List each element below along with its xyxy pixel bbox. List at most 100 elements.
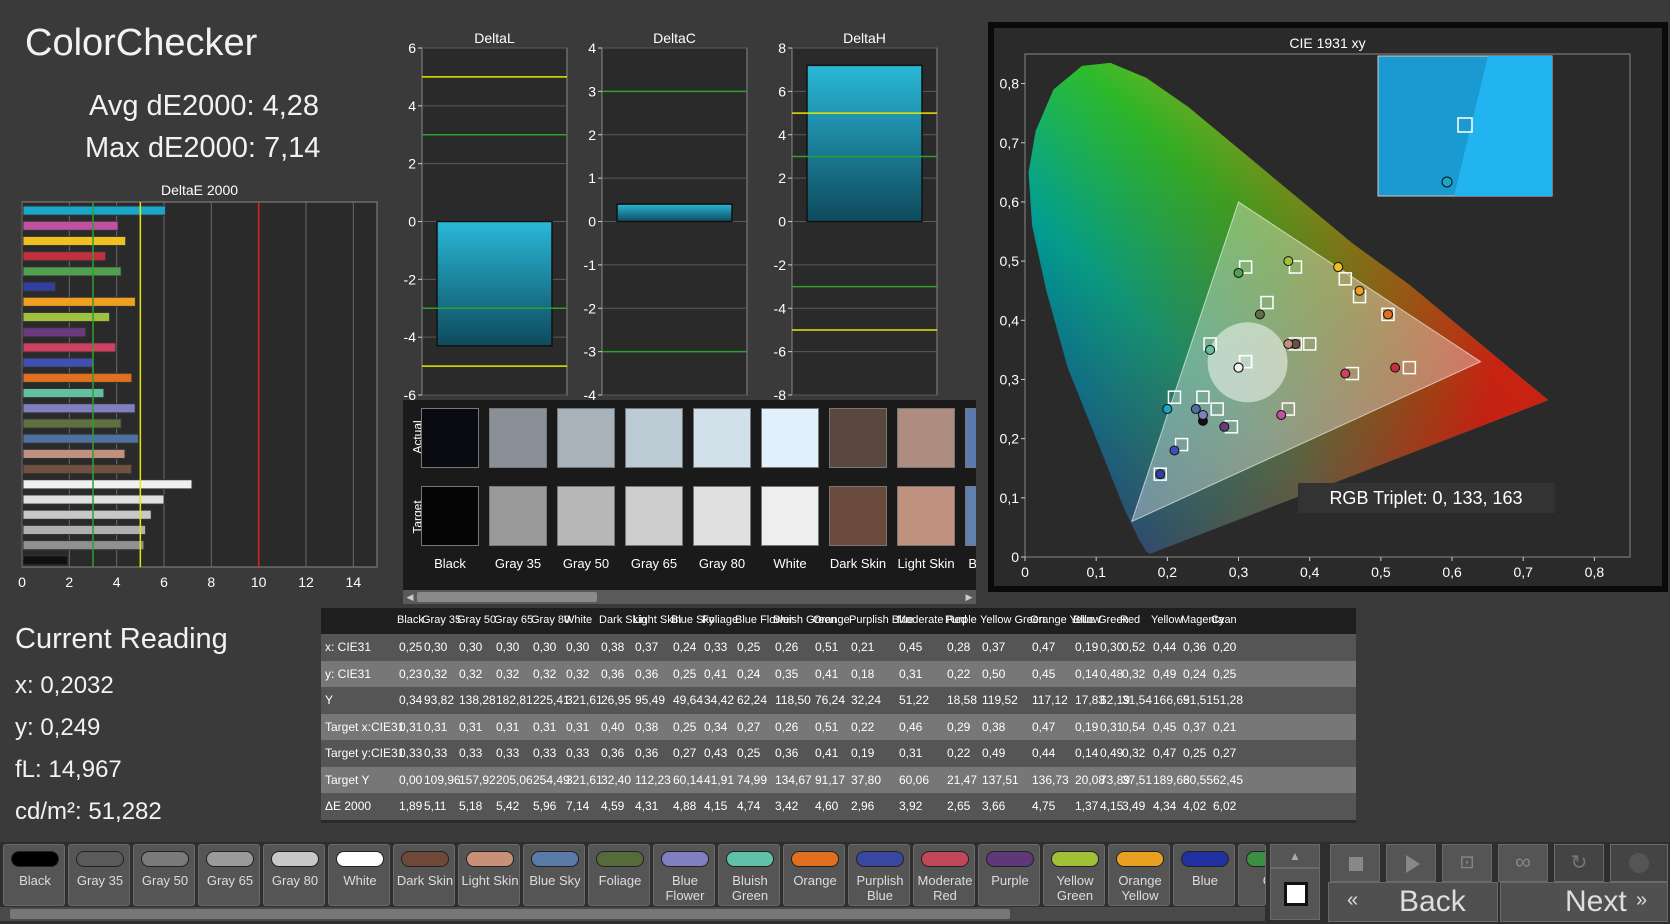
table-row: Y 0,34 93,82 138,28 182,81 225,41 321,61 26,95 9… [321,687,1356,714]
table-cell: 26,95 [601,693,632,707]
table-cell: 0,22 [947,666,971,681]
patch-button-label: Yellow Green [1056,873,1094,903]
table-cell: 0,33 [424,746,448,760]
patch-button[interactable]: Moderate Red [913,844,975,906]
patch-button-label: Purplish Blue [856,873,904,903]
toolbar-scrollbar-thumb[interactable] [10,909,1010,919]
play-button[interactable] [1386,844,1436,882]
patch-button[interactable]: Gray 80 [263,844,325,906]
reading-fl: fL: 14,967 [15,756,122,783]
table-cell: 0,32 [1122,666,1146,681]
x-tick-label: 2 [65,574,73,590]
scrollbar-thumb[interactable] [417,592,597,602]
patch-button[interactable]: Blue Flower [653,844,715,906]
deltae-bar [22,266,122,277]
table-cell: 0,37 [635,640,659,654]
stop-toggle-button[interactable] [1270,868,1320,920]
actual-point [1233,362,1244,373]
patch-button[interactable]: Blue [1173,844,1235,906]
patch-button[interactable]: Blue Sky [523,844,585,906]
deltae-bar [22,403,136,414]
deltae-bar [22,540,145,551]
table-cell: 0,24 [673,640,697,654]
table-header: Black Gray 35 Gray 50 Gray 65 Gray 80 White Da… [321,608,1356,635]
table-cell: 0,27 [1213,746,1237,760]
table-cell: 0,31 [399,719,423,734]
patch-button-label: Black [19,873,51,888]
table-cell: 0,19 [1075,640,1099,654]
fit-button[interactable]: ⊡ [1442,844,1492,882]
table-cell: 0,25 [673,719,697,734]
target-swatch [693,486,751,546]
chevron-up-icon: ▲ [1289,849,1301,863]
table-cell: 0,45 [1032,666,1056,681]
patch-button[interactable]: Gray 35 [68,844,130,906]
scroll-right-icon[interactable]: ▶ [962,590,976,604]
deltae-bar [22,357,94,368]
back-button[interactable]: « Back [1328,882,1498,922]
y-tick-label: -4 [404,329,417,345]
patch-button[interactable]: Bluish Green [718,844,780,906]
patch-button[interactable]: White [328,844,390,906]
table-cell: 109,96 [424,772,461,787]
swatch-scrollbar[interactable]: ◀ ▶ [403,590,976,604]
table-cell: 254,49 [533,772,570,787]
table-cell: 0,00 [399,772,423,787]
patch-button-label: Gray 35 [76,873,124,888]
swatch-label: Light Skin [897,556,955,571]
patch-button[interactable]: Yellow Green [1043,844,1105,906]
column-header: Foliage [702,614,739,626]
refresh-button[interactable]: ↻ [1554,844,1604,882]
target-swatch [489,486,547,546]
table-cell: 0,25 [399,640,423,654]
table-cell: 93,82 [424,693,455,707]
loop-button[interactable]: ∞ [1498,844,1548,882]
patch-button[interactable]: Black [3,844,65,906]
deltae-bar [22,555,69,566]
table-cell: 0,27 [737,719,761,734]
patch-button[interactable]: Orange Yellow [1108,844,1170,906]
table-cell: 0,29 [947,719,971,734]
table-cell: 4,88 [673,799,697,813]
patch-button[interactable]: Orange [783,844,845,906]
actual-swatch [421,408,479,468]
table-cell: 0,34 [704,719,728,734]
actual-point [1283,338,1294,349]
scroll-up-button[interactable]: ▲ [1270,844,1320,868]
table-cell: 4,59 [601,799,625,813]
column-header: Gray 50 [457,614,497,626]
patch-color-chip [1116,851,1164,867]
stop-button[interactable] [1330,844,1380,882]
patch-button[interactable]: Gray 65 [198,844,260,906]
target-swatch [557,486,615,546]
deltae-bar [22,418,122,429]
patch-button[interactable]: Gr [1238,844,1266,906]
patch-button[interactable]: Purplish Blue [848,844,910,906]
x-tick-label: 0,3 [1229,564,1249,580]
table-cell: 34,42 [704,693,735,707]
patch-button[interactable]: Gray 50 [133,844,195,906]
deltae-bar [22,311,111,323]
y-tick-label: 4 [588,40,596,56]
patch-button-label: Orange [793,873,837,888]
swatch-label: Gray 80 [698,556,746,571]
y-tick-label: 0,3 [1000,371,1020,387]
patch-button[interactable]: Light Skin [458,844,520,906]
toolbar-scrollbar[interactable] [0,907,1265,921]
table-cell: 0,21 [851,640,875,654]
record-button[interactable] [1610,844,1668,882]
x-tick-label: 0,6 [1442,564,1462,580]
x-tick-label: 6 [160,574,168,590]
table-cell: 0,34 [399,693,423,707]
patch-button[interactable]: Dark Skin [393,844,455,906]
actual-swatch [897,408,955,468]
patch-button[interactable]: Purple [978,844,1040,906]
square-icon [1284,882,1308,906]
table-cell: 60,55 [1183,772,1214,787]
patch-button[interactable]: Foliage [588,844,650,906]
next-button[interactable]: Next » [1500,882,1668,922]
scroll-left-icon[interactable]: ◀ [403,590,417,604]
delta-l-bar [436,220,553,347]
table-cell: 0,45 [1153,719,1177,734]
table-cell: 0,33 [533,746,557,760]
